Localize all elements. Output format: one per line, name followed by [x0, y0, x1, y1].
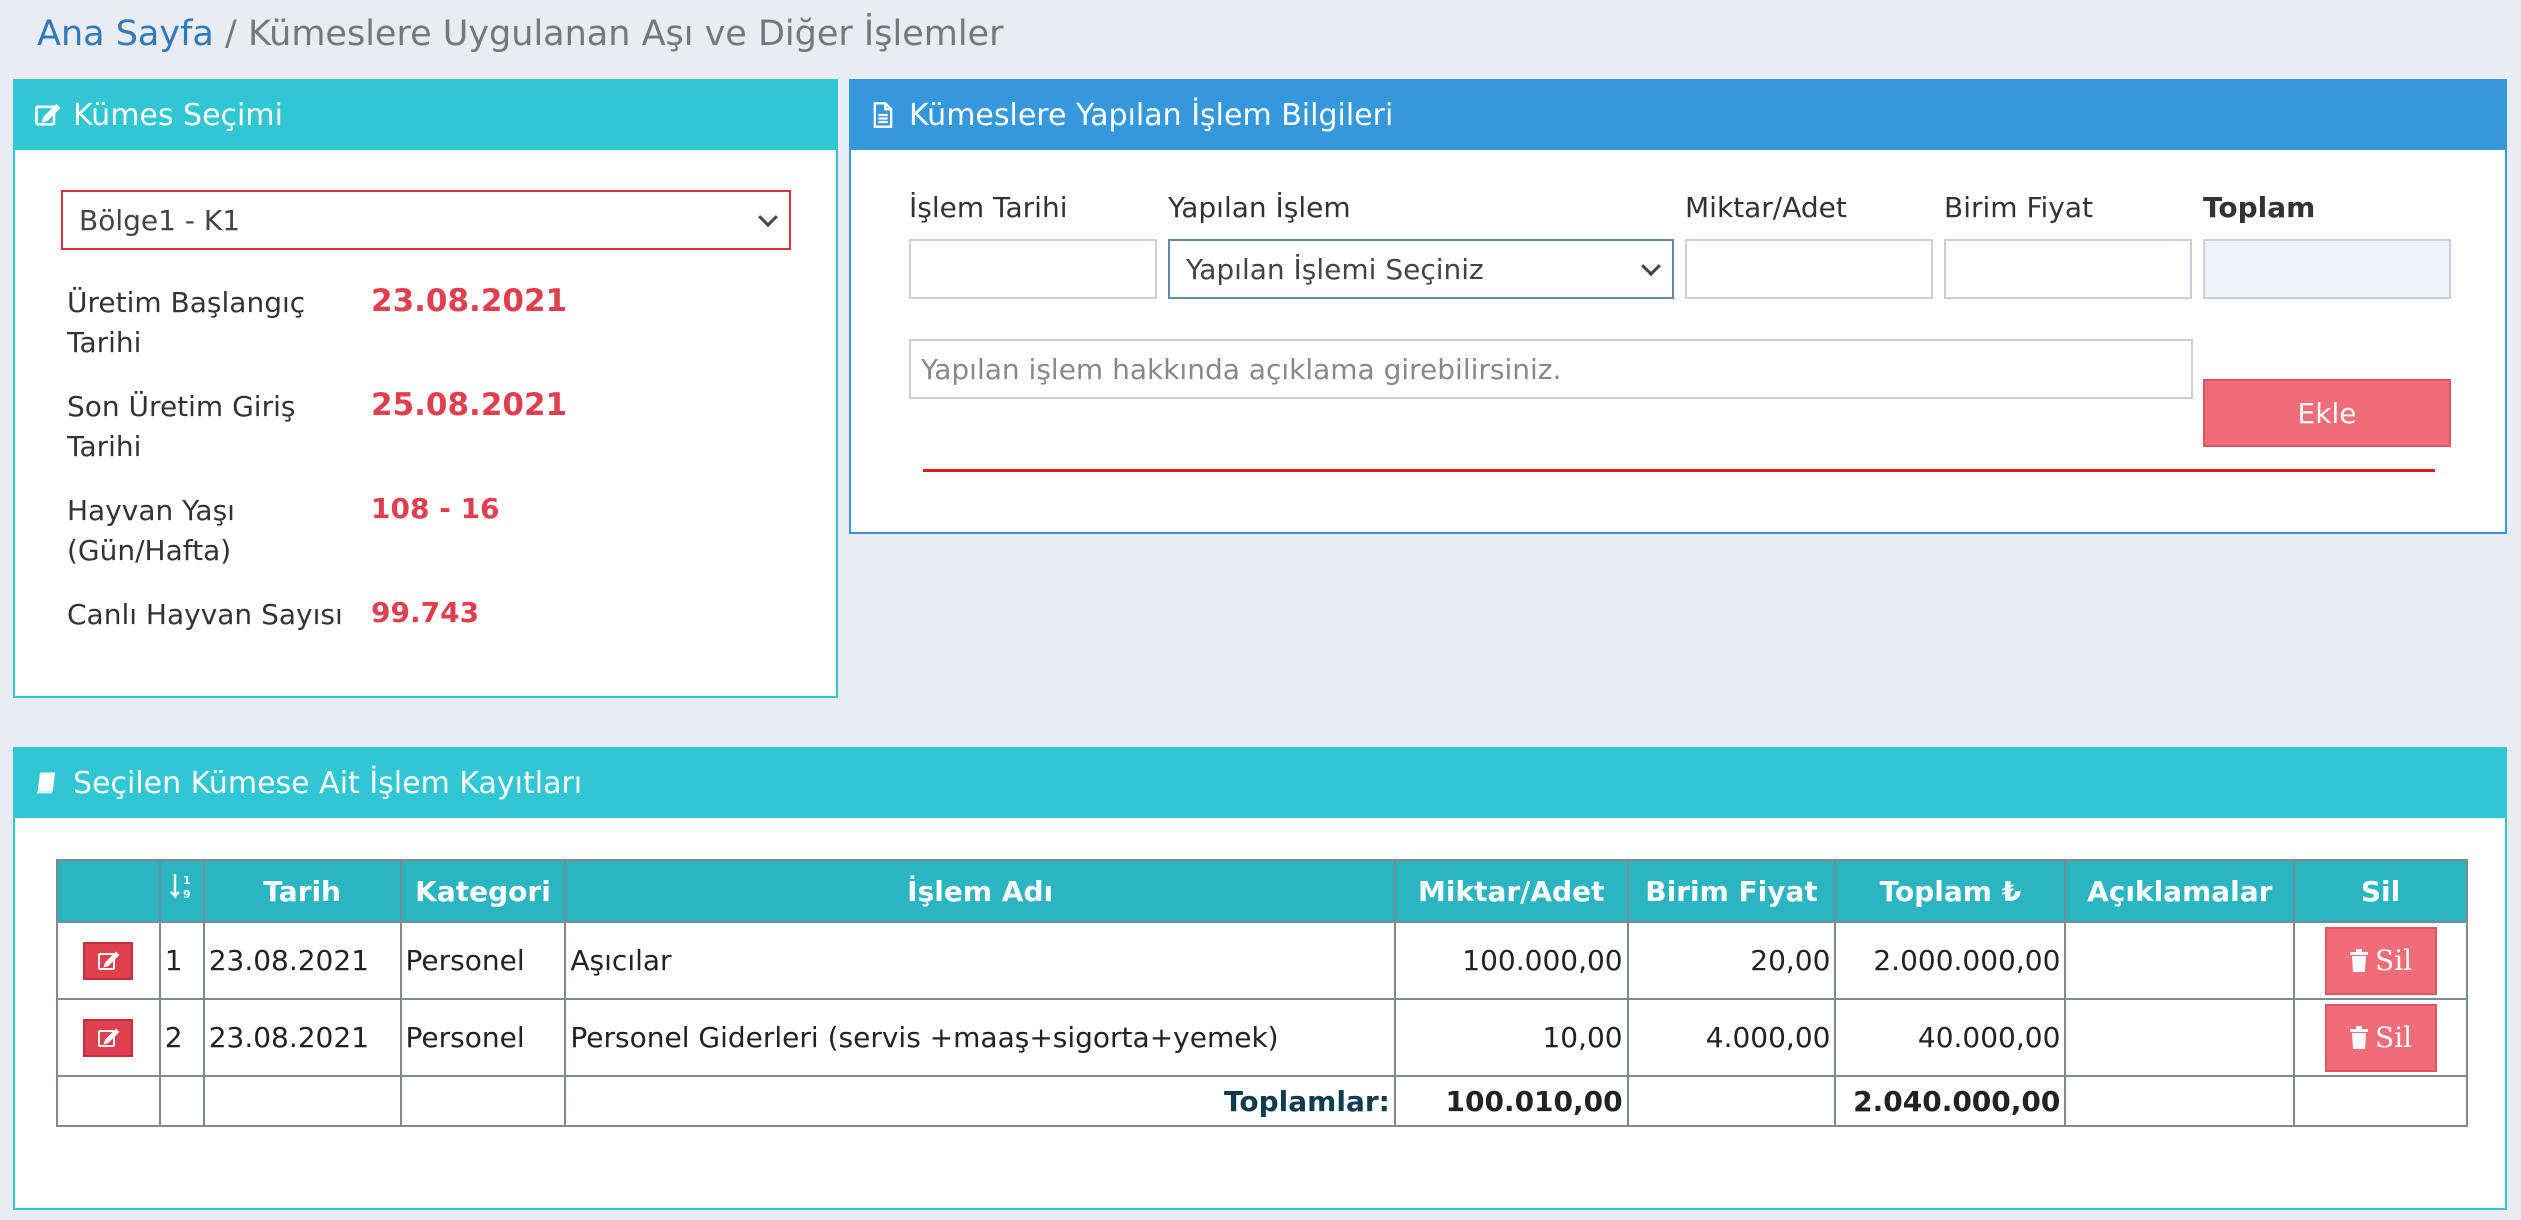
- col-header-aciklamalar[interactable]: Açıklamalar: [2064, 859, 2296, 923]
- toplam-input: [2203, 239, 2451, 299]
- col-header-toplam[interactable]: Toplam ₺: [1834, 859, 2067, 923]
- total-toplam: 2.040.000,00: [1834, 1075, 2067, 1127]
- panel-title: Kümes Seçimi: [73, 98, 283, 133]
- row-tarih: 23.08.2021: [202, 921, 402, 1000]
- breadcrumb-current: Kümeslere Uygulanan Aşı ve Diğer İşlemle…: [247, 14, 1004, 54]
- kumes-selection-panel: Kümes Seçimi Bölge1 - K1 Üretim Başlangı…: [13, 79, 838, 698]
- yapilan-islem-label: Yapılan İşlem: [1168, 191, 1351, 224]
- delete-button-label: Sil: [2375, 1021, 2413, 1054]
- miktar-input[interactable]: [1685, 239, 1933, 299]
- row-kategori: Personel: [399, 921, 567, 1000]
- yapilan-islem-select[interactable]: Yapılan İşlemi Seçiniz: [1168, 239, 1674, 299]
- sort-numeric-icon: 19: [169, 873, 194, 911]
- delete-cell: Sil: [2293, 998, 2468, 1077]
- book-icon: [33, 769, 63, 799]
- canli-hayvan-value: 99.743: [371, 596, 480, 629]
- add-button[interactable]: Ekle: [2203, 379, 2451, 447]
- row-miktar: 10,00: [1393, 998, 1629, 1077]
- son-uretim-value: 25.08.2021: [371, 387, 568, 423]
- islem-records-panel: Seçilen Kümese Ait İşlem Kayıtları 19 Ta…: [13, 747, 2507, 1210]
- trash-icon: [2350, 948, 2369, 972]
- son-uretim-label: Son Üretim Giriş Tarihi: [67, 390, 296, 463]
- total-empty-cell: [2293, 1075, 2468, 1127]
- edit-cell: [56, 921, 161, 1000]
- totals-row: Toplamlar: 100.010,00 2.040.000,00: [56, 1075, 2468, 1127]
- description-input[interactable]: Yapılan işlem hakkında açıklama girebili…: [909, 339, 2193, 399]
- row-fiyat: 4.000,00: [1626, 998, 1837, 1077]
- delete-button[interactable]: Sil: [2324, 926, 2437, 995]
- edit-icon: [33, 101, 63, 131]
- divider-line: [923, 469, 2435, 472]
- panel-title: Seçilen Kümese Ait İşlem Kayıtları: [73, 766, 583, 801]
- uretim-baslangic-value: 23.08.2021: [371, 283, 568, 319]
- row-tarih: 23.08.2021: [202, 998, 402, 1077]
- row-no: 1: [158, 921, 205, 1000]
- row-islem: Aşıcılar: [564, 921, 1396, 1000]
- col-header-tarih[interactable]: Tarih: [202, 859, 402, 923]
- row-aciklama: [2064, 998, 2296, 1077]
- panel-title: Kümeslere Yapılan İşlem Bilgileri: [909, 98, 1394, 133]
- chevron-down-icon: [1641, 256, 1661, 277]
- table-row: 2 23.08.2021 Personel Personel Giderleri…: [56, 998, 2468, 1077]
- canli-hayvan-label: Canlı Hayvan Sayısı: [67, 598, 343, 631]
- breadcrumb: Ana Sayfa / Kümeslere Uygulanan Aşı ve D…: [37, 14, 1003, 54]
- breadcrumb-home-link[interactable]: Ana Sayfa: [37, 14, 214, 54]
- row-toplam: 40.000,00: [1834, 998, 2067, 1077]
- col-header-birim-fiyat[interactable]: Birim Fiyat: [1626, 859, 1837, 923]
- col-header-sil: Sil: [2293, 859, 2468, 923]
- islem-tarihi-input[interactable]: [909, 239, 1157, 299]
- col-header-sort[interactable]: 19: [158, 859, 205, 923]
- kumes-select-value: Bölge1 - K1: [79, 203, 241, 237]
- miktar-label: Miktar/Adet: [1685, 191, 1847, 224]
- svg-text:9: 9: [183, 888, 191, 901]
- delete-cell: Sil: [2293, 921, 2468, 1000]
- row-toplam: 2.000.000,00: [1834, 921, 2067, 1000]
- uretim-baslangic-label: Üretim Başlangıç Tarihi: [67, 286, 306, 359]
- panel-header: Kümeslere Yapılan İşlem Bilgileri: [851, 81, 2505, 150]
- yapilan-islem-select-value: Yapılan İşlemi Seçiniz: [1186, 252, 1484, 286]
- islem-tarihi-label: İşlem Tarihi: [909, 191, 1068, 224]
- birim-fiyat-label: Birim Fiyat: [1944, 191, 2094, 224]
- totals-label: Toplamlar:: [564, 1075, 1396, 1127]
- trash-icon: [2350, 1025, 2369, 1049]
- total-empty-cell: [399, 1075, 567, 1127]
- delete-button-label: Sil: [2375, 944, 2413, 977]
- edit-button[interactable]: [83, 941, 134, 980]
- records-table: 19 Tarih Kategori İşlem Adı Miktar/Adet …: [56, 859, 2468, 1127]
- kumes-select[interactable]: Bölge1 - K1: [61, 190, 791, 250]
- table-header-row: 19 Tarih Kategori İşlem Adı Miktar/Adet …: [56, 859, 2468, 923]
- panel-header: Seçilen Kümese Ait İşlem Kayıtları: [15, 749, 2505, 818]
- total-empty-cell: [56, 1075, 161, 1127]
- edit-cell: [56, 998, 161, 1077]
- hayvan-yasi-label: Hayvan Yaşı (Gün/Hafta): [67, 494, 235, 567]
- total-empty-cell: [202, 1075, 402, 1127]
- total-empty-cell: [2064, 1075, 2296, 1127]
- edit-button[interactable]: [83, 1018, 134, 1057]
- breadcrumb-separator: /: [225, 14, 237, 54]
- row-aciklama: [2064, 921, 2296, 1000]
- row-fiyat: 20,00: [1626, 921, 1837, 1000]
- row-no: 2: [158, 998, 205, 1077]
- col-header-edit: [56, 859, 161, 923]
- total-empty-cell: [158, 1075, 205, 1127]
- col-header-islem-adi[interactable]: İşlem Adı: [564, 859, 1396, 923]
- delete-button[interactable]: Sil: [2324, 1003, 2437, 1072]
- toplam-label: Toplam: [2203, 191, 2316, 224]
- col-header-kategori[interactable]: Kategori: [399, 859, 567, 923]
- svg-text:1: 1: [183, 874, 191, 887]
- row-kategori: Personel: [399, 998, 567, 1077]
- document-icon: [869, 101, 899, 131]
- table-row: 1 23.08.2021 Personel Aşıcılar 100.000,0…: [56, 921, 2468, 1000]
- islem-info-panel: Kümeslere Yapılan İşlem Bilgileri İşlem …: [849, 79, 2507, 534]
- row-miktar: 100.000,00: [1393, 921, 1629, 1000]
- total-empty-cell: [1626, 1075, 1837, 1127]
- panel-header: Kümes Seçimi: [15, 81, 836, 150]
- chevron-down-icon: [758, 207, 778, 228]
- hayvan-yasi-value: 108 - 16: [371, 492, 500, 525]
- row-islem: Personel Giderleri (servis +maaş+sigorta…: [564, 998, 1396, 1077]
- birim-fiyat-input[interactable]: [1944, 239, 2192, 299]
- total-miktar: 100.010,00: [1393, 1075, 1629, 1127]
- description-placeholder: Yapılan işlem hakkında açıklama girebili…: [921, 352, 1562, 386]
- col-header-miktar[interactable]: Miktar/Adet: [1393, 859, 1629, 923]
